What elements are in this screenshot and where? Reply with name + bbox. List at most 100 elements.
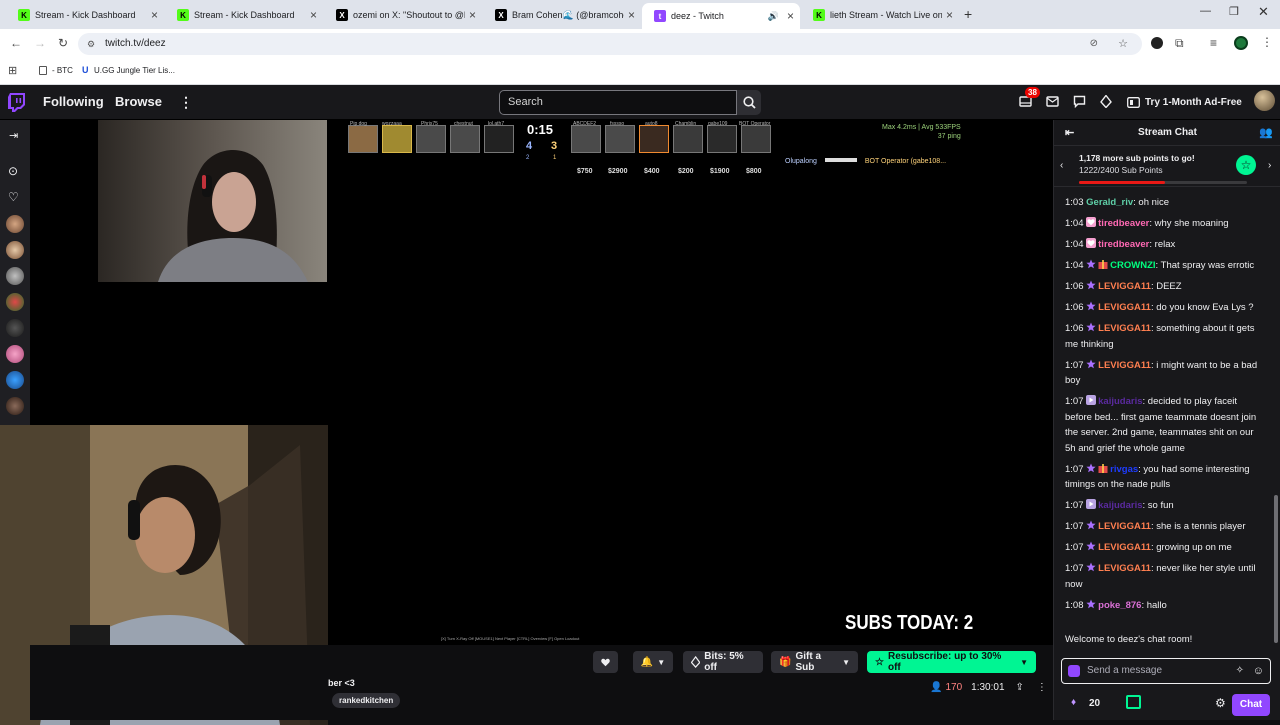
chat-identity-icon[interactable] bbox=[1068, 665, 1080, 677]
speaker-icon[interactable]: 🔊 bbox=[768, 11, 779, 22]
bookmark-btc[interactable]: - BTC bbox=[52, 66, 73, 75]
apps-grid-icon[interactable]: ⊞ bbox=[8, 64, 17, 77]
share-icon[interactable]: ⇪ bbox=[1016, 682, 1024, 693]
resubscribe-button[interactable]: ☆ Resubscribe: up to 30% off ▼ bbox=[867, 651, 1036, 673]
bits-icon[interactable] bbox=[1100, 95, 1112, 108]
channel-avatar[interactable] bbox=[6, 267, 24, 285]
chevron-left-icon[interactable]: ‹ bbox=[1060, 160, 1063, 171]
community-icon[interactable]: 👥 bbox=[1259, 120, 1273, 146]
expand-rail-icon[interactable]: ⇥ bbox=[9, 129, 18, 142]
close-tab-icon[interactable]: × bbox=[469, 8, 476, 22]
chat-username[interactable]: rivgas bbox=[1110, 464, 1138, 475]
chat-send-button[interactable]: Chat bbox=[1232, 694, 1270, 716]
channel-points-icon[interactable]: ♦ bbox=[1071, 697, 1076, 708]
subs-today-overlay: SUBS TODAY: 2 bbox=[845, 612, 974, 634]
chat-username[interactable]: poke_876 bbox=[1098, 600, 1141, 611]
new-tab-icon[interactable]: + bbox=[964, 6, 972, 22]
heart-badge-icon bbox=[1086, 217, 1097, 227]
collapse-chat-icon[interactable]: ⇤ bbox=[1065, 120, 1074, 146]
stream-uptime: 1:30:01 bbox=[971, 682, 1005, 693]
browser-tab[interactable]: X ozemi on X: "Shoutout to @KIC× bbox=[324, 4, 482, 26]
chat-username[interactable]: LEVIGGA11 bbox=[1098, 302, 1151, 313]
channel-avatar[interactable] bbox=[6, 397, 24, 415]
chat-message: 1:07 LEVIGGA11: she is a tennis player bbox=[1065, 520, 1246, 532]
minimize-icon[interactable]: — bbox=[1200, 5, 1211, 17]
reading-list-icon[interactable]: ≡ bbox=[1210, 36, 1217, 50]
chat-username[interactable]: LEVIGGA11 bbox=[1098, 281, 1151, 292]
eye-off-icon[interactable]: ⊘ bbox=[1090, 33, 1098, 55]
forward-icon[interactable]: → bbox=[34, 36, 46, 50]
url-field[interactable]: ⚙ twitch.tv/deez ⊘ ☆ bbox=[78, 33, 1142, 55]
chat-username[interactable]: LEVIGGA11 bbox=[1098, 521, 1151, 532]
channel-avatar[interactable] bbox=[6, 241, 24, 259]
chat-scrollbar[interactable] bbox=[1274, 495, 1278, 643]
nav-browse[interactable]: Browse bbox=[115, 94, 162, 109]
chat-username[interactable]: tiredbeaver bbox=[1098, 239, 1149, 250]
gift-sub-button[interactable]: 🎁 Gift a Sub ▼ bbox=[771, 651, 858, 673]
extensions-puzzle-icon[interactable]: ⧉ bbox=[1175, 36, 1184, 51]
claim-points-icon[interactable] bbox=[1126, 695, 1141, 709]
browser-tab[interactable]: K Stream - Kick Dashboard × bbox=[165, 4, 323, 26]
restore-icon[interactable]: ❐ bbox=[1229, 5, 1239, 18]
chat-username[interactable]: LEVIGGA11 bbox=[1098, 323, 1151, 334]
twitch-logo-icon[interactable] bbox=[8, 93, 25, 112]
ad-free-button[interactable]: Try 1-Month Ad-Free bbox=[1127, 90, 1242, 114]
more-menu-icon[interactable]: ⋮ bbox=[179, 94, 193, 111]
close-tab-icon[interactable]: × bbox=[628, 8, 635, 22]
channel-avatar[interactable] bbox=[6, 319, 24, 337]
browser-tab[interactable]: K lieth Stream - Watch Live on Ki × bbox=[801, 4, 959, 26]
close-tab-icon[interactable]: × bbox=[946, 8, 953, 22]
chat-username[interactable]: kaijudaris bbox=[1098, 500, 1142, 511]
browser-tab-active[interactable]: t deez - Twitch 🔊 × bbox=[642, 3, 800, 29]
chat-username[interactable]: LEVIGGA11 bbox=[1098, 360, 1151, 371]
whispers-icon[interactable] bbox=[1073, 95, 1086, 108]
chevron-right-icon[interactable]: › bbox=[1268, 160, 1271, 171]
search-input[interactable]: Search bbox=[499, 90, 737, 115]
sparkle-icon[interactable]: ✧ bbox=[1236, 659, 1244, 683]
emote-picker-icon[interactable]: ☺ bbox=[1253, 659, 1264, 683]
bookmark-ugg[interactable]: U.GG Jungle Tier Lis... bbox=[94, 66, 175, 75]
close-window-icon[interactable]: ✕ bbox=[1258, 4, 1269, 20]
inbox-icon[interactable] bbox=[1046, 95, 1059, 108]
chat-settings-gear-icon[interactable]: ⚙ bbox=[1215, 696, 1226, 710]
search-button[interactable] bbox=[737, 90, 761, 115]
channel-avatar[interactable] bbox=[6, 293, 24, 311]
nav-following[interactable]: Following bbox=[43, 94, 104, 109]
more-options-icon[interactable]: ⋮ bbox=[1037, 682, 1047, 693]
extension-icon[interactable] bbox=[1151, 37, 1163, 49]
profile-avatar[interactable] bbox=[1234, 36, 1248, 50]
chat-username[interactable]: LEVIGGA11 bbox=[1098, 542, 1151, 553]
bookmark-star-icon[interactable]: ☆ bbox=[1118, 33, 1128, 55]
back-icon[interactable]: ← bbox=[10, 36, 22, 50]
close-tab-icon[interactable]: × bbox=[310, 8, 317, 22]
close-tab-icon[interactable]: × bbox=[151, 8, 158, 22]
chat-timestamp: 1:07 bbox=[1065, 563, 1084, 574]
browser-tab[interactable]: X Bram Cohen🌊 (@bramcohen) × bbox=[483, 4, 641, 26]
chat-timestamp: 1:07 bbox=[1065, 396, 1084, 407]
chat-username[interactable]: CROWNZI bbox=[1110, 260, 1155, 271]
notification-settings-button[interactable]: 🔔 ▼ bbox=[633, 651, 673, 673]
video-player[interactable]: Pip dog wozzaaa Phrix75 chestnut lol.ath… bbox=[0, 120, 1053, 725]
chat-input[interactable]: Send a message ✧ ☺ bbox=[1061, 658, 1271, 684]
close-tab-icon[interactable]: × bbox=[787, 9, 794, 23]
chat-username[interactable]: kaijudaris bbox=[1098, 396, 1142, 407]
stream-tag[interactable]: rankedkitchen bbox=[332, 693, 401, 708]
channel-avatar[interactable] bbox=[6, 345, 24, 363]
chat-username[interactable]: LEVIGGA11 bbox=[1098, 563, 1151, 574]
channel-avatar[interactable] bbox=[6, 371, 24, 389]
chat-username[interactable]: Gerald_riv bbox=[1086, 197, 1133, 208]
site-info-icon[interactable]: ⚙ bbox=[87, 33, 95, 55]
kick-icon: K bbox=[813, 9, 825, 21]
browser-tab[interactable]: K Stream - Kick Dashboard × bbox=[6, 4, 164, 26]
follow-heart-button[interactable] bbox=[593, 651, 618, 673]
user-avatar[interactable] bbox=[1254, 90, 1275, 111]
channel-avatar[interactable] bbox=[6, 215, 24, 233]
bits-button[interactable]: Bits: 5% off bbox=[683, 651, 763, 673]
chat-username[interactable]: tiredbeaver bbox=[1098, 218, 1149, 229]
sub-goal-banner[interactable]: ‹ 1,178 more sub points to go! 1222/2400… bbox=[1054, 147, 1280, 187]
live-channels-icon[interactable]: ⊙ bbox=[8, 164, 18, 178]
chat-message-text: she is a tennis player bbox=[1156, 521, 1246, 532]
following-heart-icon[interactable]: ♡ bbox=[8, 190, 19, 204]
reload-icon[interactable]: ↻ bbox=[58, 36, 68, 50]
browser-menu-icon[interactable]: ⋮ bbox=[1261, 35, 1273, 49]
